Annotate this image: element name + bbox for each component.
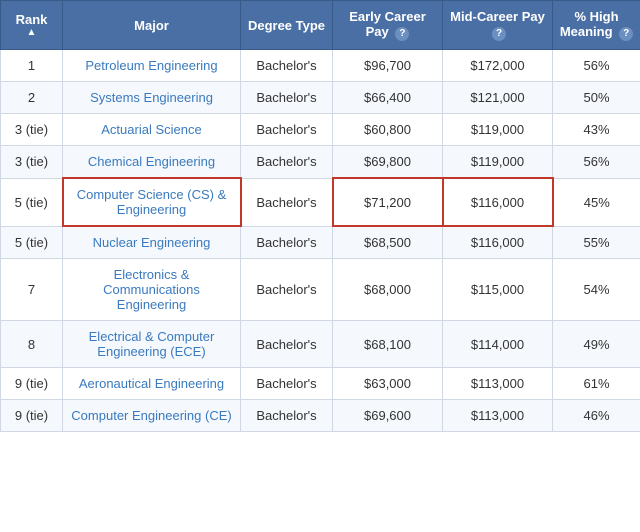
degree-cell: Bachelor's bbox=[241, 400, 333, 432]
degree-cell: Bachelor's bbox=[241, 146, 333, 179]
high-meaning-header: % High Meaning ? bbox=[553, 1, 640, 50]
early-career-label: Early Career Pay bbox=[349, 9, 426, 39]
early-career-cell: $69,600 bbox=[333, 400, 443, 432]
mid-career-cell: $119,000 bbox=[443, 146, 553, 179]
degree-cell: Bachelor's bbox=[241, 114, 333, 146]
mid-career-header: Mid-Career Pay ? bbox=[443, 1, 553, 50]
high-meaning-cell: 54% bbox=[553, 259, 640, 321]
rank-cell: 1 bbox=[1, 50, 63, 82]
early-career-cell: $68,500 bbox=[333, 226, 443, 259]
early-career-info-icon[interactable]: ? bbox=[395, 27, 409, 41]
major-cell: Chemical Engineering bbox=[63, 146, 241, 179]
high-meaning-cell: 45% bbox=[553, 178, 640, 226]
rank-header[interactable]: Rank ▲ bbox=[1, 1, 63, 50]
degree-type-label: Degree Type bbox=[248, 18, 325, 33]
degree-cell: Bachelor's bbox=[241, 259, 333, 321]
major-cell: Electronics & Communications Engineering bbox=[63, 259, 241, 321]
mid-career-cell: $113,000 bbox=[443, 368, 553, 400]
mid-career-cell: $114,000 bbox=[443, 321, 553, 368]
table-row: 5 (tie)Computer Science (CS) & Engineeri… bbox=[1, 178, 640, 226]
mid-career-cell: $121,000 bbox=[443, 82, 553, 114]
table-row: 5 (tie)Nuclear EngineeringBachelor's$68,… bbox=[1, 226, 640, 259]
table-row: 2Systems EngineeringBachelor's$66,400$12… bbox=[1, 82, 640, 114]
rank-cell: 3 (tie) bbox=[1, 146, 63, 179]
early-career-cell: $68,100 bbox=[333, 321, 443, 368]
early-career-cell: $69,800 bbox=[333, 146, 443, 179]
high-meaning-cell: 56% bbox=[553, 50, 640, 82]
rank-cell: 5 (tie) bbox=[1, 226, 63, 259]
high-meaning-label: % High Meaning bbox=[560, 9, 619, 39]
sort-arrow-icon: ▲ bbox=[7, 27, 56, 38]
major-cell: Electrical & Computer Engineering (ECE) bbox=[63, 321, 241, 368]
degree-cell: Bachelor's bbox=[241, 50, 333, 82]
rank-cell: 5 (tie) bbox=[1, 178, 63, 226]
major-cell: Computer Science (CS) & Engineering bbox=[63, 178, 241, 226]
table-row: 9 (tie)Computer Engineering (CE)Bachelor… bbox=[1, 400, 640, 432]
major-cell: Aeronautical Engineering bbox=[63, 368, 241, 400]
early-career-cell: $96,700 bbox=[333, 50, 443, 82]
major-cell: Computer Engineering (CE) bbox=[63, 400, 241, 432]
rank-cell: 3 (tie) bbox=[1, 114, 63, 146]
major-cell: Systems Engineering bbox=[63, 82, 241, 114]
salary-table: Rank ▲ Major Degree Type Early Career Pa… bbox=[0, 0, 640, 432]
early-career-cell: $68,000 bbox=[333, 259, 443, 321]
high-meaning-info-icon[interactable]: ? bbox=[619, 27, 633, 41]
degree-cell: Bachelor's bbox=[241, 226, 333, 259]
table-row: 9 (tie)Aeronautical EngineeringBachelor'… bbox=[1, 368, 640, 400]
high-meaning-cell: 49% bbox=[553, 321, 640, 368]
table-row: 3 (tie)Chemical EngineeringBachelor's$69… bbox=[1, 146, 640, 179]
mid-career-label: Mid-Career Pay bbox=[450, 9, 545, 24]
degree-cell: Bachelor's bbox=[241, 321, 333, 368]
rank-cell: 2 bbox=[1, 82, 63, 114]
rank-cell: 8 bbox=[1, 321, 63, 368]
high-meaning-cell: 50% bbox=[553, 82, 640, 114]
degree-cell: Bachelor's bbox=[241, 178, 333, 226]
mid-career-cell: $119,000 bbox=[443, 114, 553, 146]
early-career-cell: $71,200 bbox=[333, 178, 443, 226]
rank-cell: 9 (tie) bbox=[1, 368, 63, 400]
mid-career-cell: $113,000 bbox=[443, 400, 553, 432]
rank-label: Rank bbox=[16, 12, 48, 27]
early-career-cell: $60,800 bbox=[333, 114, 443, 146]
mid-career-cell: $116,000 bbox=[443, 178, 553, 226]
high-meaning-cell: 56% bbox=[553, 146, 640, 179]
mid-career-cell: $116,000 bbox=[443, 226, 553, 259]
high-meaning-cell: 61% bbox=[553, 368, 640, 400]
degree-cell: Bachelor's bbox=[241, 368, 333, 400]
major-header: Major bbox=[63, 1, 241, 50]
major-cell: Actuarial Science bbox=[63, 114, 241, 146]
table-row: 1Petroleum EngineeringBachelor's$96,700$… bbox=[1, 50, 640, 82]
early-career-cell: $63,000 bbox=[333, 368, 443, 400]
table-row: 8Electrical & Computer Engineering (ECE)… bbox=[1, 321, 640, 368]
mid-career-cell: $172,000 bbox=[443, 50, 553, 82]
table-row: 3 (tie)Actuarial ScienceBachelor's$60,80… bbox=[1, 114, 640, 146]
major-cell: Petroleum Engineering bbox=[63, 50, 241, 82]
major-cell: Nuclear Engineering bbox=[63, 226, 241, 259]
table-row: 7Electronics & Communications Engineerin… bbox=[1, 259, 640, 321]
rank-cell: 9 (tie) bbox=[1, 400, 63, 432]
mid-career-info-icon[interactable]: ? bbox=[492, 27, 506, 41]
high-meaning-cell: 43% bbox=[553, 114, 640, 146]
degree-cell: Bachelor's bbox=[241, 82, 333, 114]
rank-cell: 7 bbox=[1, 259, 63, 321]
high-meaning-cell: 55% bbox=[553, 226, 640, 259]
early-career-header: Early Career Pay ? bbox=[333, 1, 443, 50]
major-label: Major bbox=[134, 18, 169, 33]
degree-type-header: Degree Type bbox=[241, 1, 333, 50]
mid-career-cell: $115,000 bbox=[443, 259, 553, 321]
early-career-cell: $66,400 bbox=[333, 82, 443, 114]
high-meaning-cell: 46% bbox=[553, 400, 640, 432]
